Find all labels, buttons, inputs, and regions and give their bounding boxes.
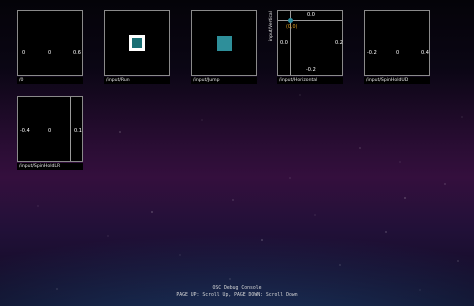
vertical-axis-caption: input/Vertical [269,11,274,41]
value-min: 0 [22,50,26,56]
osc-panel-run[interactable] [104,10,170,76]
value-max: 0.4 [421,50,429,56]
osc-panel-jump[interactable] [191,10,257,76]
axis-right-value: 0.2 [335,40,343,46]
joystick-position-dot [288,18,293,23]
origin-label: (0,0) [286,25,298,30]
axis-bottom-value: -0.2 [306,67,316,73]
osc-panel-spinhold-ud[interactable]: -0.2 0 0.4 [364,10,430,76]
value-min: -0.2 [367,50,377,56]
console-title: OSC Debug Console [212,286,262,291]
value-current: 0 [396,50,400,56]
panel-caption: /0 [17,77,83,84]
panel-caption: /input/SpinHoldLR [17,163,83,170]
jump-button-indicator [217,36,232,51]
value-current: 0 [48,128,52,134]
panel-caption: /input/Run [104,77,170,84]
axis-left-value: 0.0 [280,40,288,46]
axis-top-value: 0.0 [307,12,315,18]
run-button-indicator [129,35,145,51]
osc-panel-joystick[interactable]: 0.0 0.0 0.2 -0.2 (0,0) [277,10,343,76]
panel-caption: /input/SpinHoldUD [364,77,430,84]
osc-panel-0[interactable]: 0 0 0.6 [17,10,83,76]
value-marker-line [70,97,71,161]
panel-caption: /input/Horizontal [277,77,343,84]
value-min: -0.4 [20,128,30,134]
panel-caption: /input/Jump [191,77,257,84]
value-max: 0.6 [73,50,81,56]
osc-panel-spinhold-lr[interactable]: -0.4 0 0.1 [17,96,83,162]
console-scroll-hint: PAGE UP: Scroll Up, PAGE DOWN: Scroll Do… [176,293,298,298]
value-current: 0 [48,50,52,56]
value-max: 0.1 [74,128,82,134]
